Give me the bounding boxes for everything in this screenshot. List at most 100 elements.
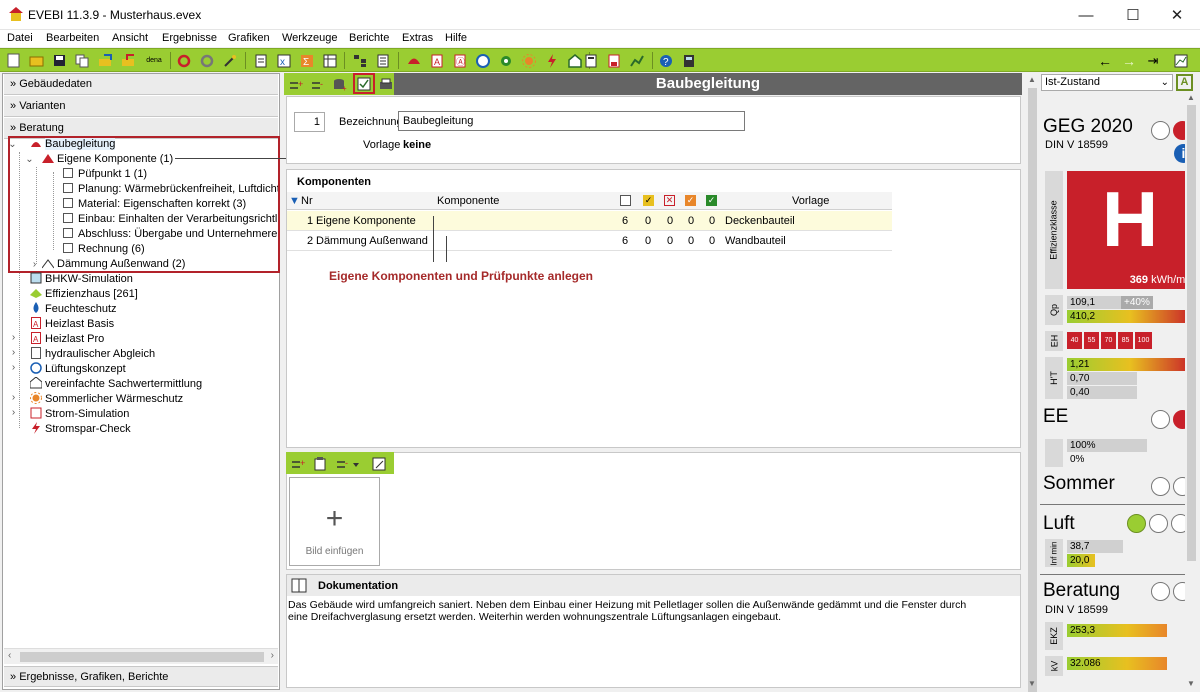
menu-hilfe[interactable]: Hilfe <box>445 32 467 44</box>
remove-icon[interactable]: - <box>309 76 327 93</box>
wizard-icon[interactable] <box>221 52 239 69</box>
status-circle-green <box>1127 514 1146 533</box>
help-icon[interactable]: ? <box>657 52 675 69</box>
col-nr[interactable]: Nr <box>301 192 313 210</box>
maximize-button[interactable]: ☐ <box>1110 0 1156 30</box>
menu-ansicht[interactable]: Ansicht <box>112 32 148 44</box>
pin-icon[interactable]: ⇥ <box>1144 52 1162 69</box>
right-scrollbar[interactable]: ▲ ▼ <box>1185 93 1198 690</box>
undo-icon[interactable] <box>175 52 193 69</box>
expand-icon[interactable]: › <box>9 407 18 422</box>
tree-icon[interactable] <box>351 52 369 69</box>
copy-icon[interactable] <box>73 52 91 69</box>
expand-icon[interactable]: › <box>9 332 18 347</box>
open-icon[interactable] <box>27 52 45 69</box>
section-ergebnisse[interactable]: » Ergebnisse, Grafiken, Berichte <box>4 666 278 687</box>
redo-icon[interactable] <box>198 52 216 69</box>
calculator-icon[interactable] <box>680 52 698 69</box>
expand-icon[interactable]: › <box>9 392 18 407</box>
tree-sachwertermittlung[interactable]: vereinfachte Sachwertermittlung <box>29 376 202 392</box>
humidity-icon[interactable]: Ⓐ <box>451 52 469 69</box>
expand-icon[interactable]: › <box>9 347 18 362</box>
row-c1: 6 <box>622 215 629 227</box>
col-komponente[interactable]: Komponente <box>437 192 499 210</box>
tree-feuchteschutz[interactable]: Feuchteschutz <box>30 302 117 317</box>
tree-sommerlicher-waermeschutz[interactable]: Sommerlicher Wärmeschutz <box>30 392 183 407</box>
power-icon[interactable] <box>543 52 561 69</box>
number-field[interactable]: 1 <box>294 112 325 132</box>
beratung-title: Beratung <box>1043 580 1121 601</box>
status-circle-empty <box>1151 582 1170 601</box>
export-icon[interactable] <box>96 52 114 69</box>
tree-lueftungskonzept[interactable]: Lüftungskonzept <box>30 362 126 377</box>
col-failed-icon[interactable]: ✕ <box>664 195 675 206</box>
save-icon[interactable] <box>50 52 68 69</box>
document-icon[interactable] <box>252 52 270 69</box>
chart-icon[interactable] <box>628 52 646 69</box>
variant-select[interactable]: Ist-Zustand ⌄ <box>1041 74 1173 91</box>
bild-einfuegen-button[interactable]: + Bild einfügen <box>289 477 380 566</box>
fan-icon[interactable] <box>497 52 515 69</box>
back-arrow-icon[interactable]: ← <box>1096 52 1114 69</box>
tree-hydraulischer-abgleich[interactable]: hydraulischer Abgleich <box>30 347 155 362</box>
calc-icon[interactable]: x <box>275 52 293 69</box>
sort-icon[interactable]: ▼ <box>289 192 300 210</box>
report2-icon[interactable] <box>605 52 623 69</box>
dena-icon[interactable]: dena <box>142 52 166 69</box>
svg-text:?: ? <box>663 57 669 68</box>
graph-icon[interactable] <box>1172 52 1190 69</box>
horizontal-scrollbar[interactable]: ‹ › <box>4 648 278 664</box>
report-icon[interactable] <box>582 52 600 69</box>
database-icon[interactable]: + <box>331 76 349 93</box>
add-icon[interactable]: + <box>287 76 305 93</box>
add-icon[interactable]: + <box>289 455 307 472</box>
edit-image-icon[interactable] <box>370 455 388 472</box>
minimize-button[interactable]: — <box>1063 0 1109 30</box>
table-row[interactable]: 2 Dämmung Außenwand 6 0 0 0 0 Wandbautei… <box>287 231 892 251</box>
cap-icon[interactable] <box>405 52 423 69</box>
tree-effizienzhaus[interactable]: Effizienzhaus [261] <box>30 287 138 302</box>
plus-icon: + <box>325 502 344 535</box>
a-badge-icon[interactable]: A <box>1176 74 1193 91</box>
menu-berichte[interactable]: Berichte <box>349 32 389 44</box>
new-icon[interactable] <box>4 52 22 69</box>
menu-werkzeuge[interactable]: Werkzeuge <box>282 32 337 44</box>
tree-heizlast-pro[interactable]: A Heizlast Pro <box>30 332 104 347</box>
paste-icon[interactable] <box>311 455 329 472</box>
menu-ergebnisse[interactable]: Ergebnisse <box>162 32 217 44</box>
row-c4: 0 <box>688 235 695 247</box>
vertical-scrollbar[interactable]: ▲ ▼ <box>1025 73 1040 692</box>
remove-dropdown[interactable]: - <box>333 455 363 472</box>
expand-icon[interactable]: › <box>9 362 18 377</box>
col-partial-icon[interactable]: ✓ <box>643 195 654 206</box>
section-varianten[interactable]: » Varianten <box>4 96 278 117</box>
menu-extras[interactable]: Extras <box>402 32 433 44</box>
menu-datei[interactable]: Datei <box>7 32 33 44</box>
tree-bhkw[interactable]: BHKW-Simulation <box>30 272 133 287</box>
heat-icon: A <box>30 332 42 344</box>
table-row[interactable]: 1 Eigene Komponente 6 0 0 0 0 Deckenbaut… <box>287 211 892 231</box>
heat-icon[interactable]: A <box>428 52 446 69</box>
col-open-icon[interactable] <box>620 195 631 206</box>
list-icon[interactable] <box>374 52 392 69</box>
tree-heizlast-basis[interactable]: A Heizlast Basis <box>30 317 114 332</box>
col-warning-icon[interactable]: ✓ <box>685 195 696 206</box>
print-icon[interactable] <box>377 76 395 93</box>
sum-icon[interactable]: Σ <box>298 52 316 69</box>
ventilation-icon[interactable] <box>474 52 492 69</box>
tree-strom-simulation[interactable]: Strom-Simulation <box>30 407 129 422</box>
import-icon[interactable] <box>119 52 137 69</box>
table-icon[interactable] <box>321 52 339 69</box>
doku-text[interactable]: Das Gebäude wird umfangreich saniert. Ne… <box>288 599 988 623</box>
sun-icon[interactable] <box>520 52 538 69</box>
col-vorlage[interactable]: Vorlage <box>792 192 829 210</box>
section-gebaeudedaten[interactable]: » Gebäudedaten <box>4 74 278 95</box>
menu-bearbeiten[interactable]: Bearbeiten <box>46 32 99 44</box>
col-ok-icon[interactable]: ✓ <box>706 195 717 206</box>
menu-grafiken[interactable]: Grafiken <box>228 32 270 44</box>
bezeichnung-input[interactable]: Baubegleitung <box>398 111 745 131</box>
tree-stromspar-check[interactable]: Stromspar-Check <box>30 422 131 437</box>
forward-arrow-icon[interactable]: → <box>1120 52 1138 69</box>
checklist-icon[interactable] <box>353 73 375 94</box>
close-button[interactable]: ✕ <box>1154 0 1200 30</box>
